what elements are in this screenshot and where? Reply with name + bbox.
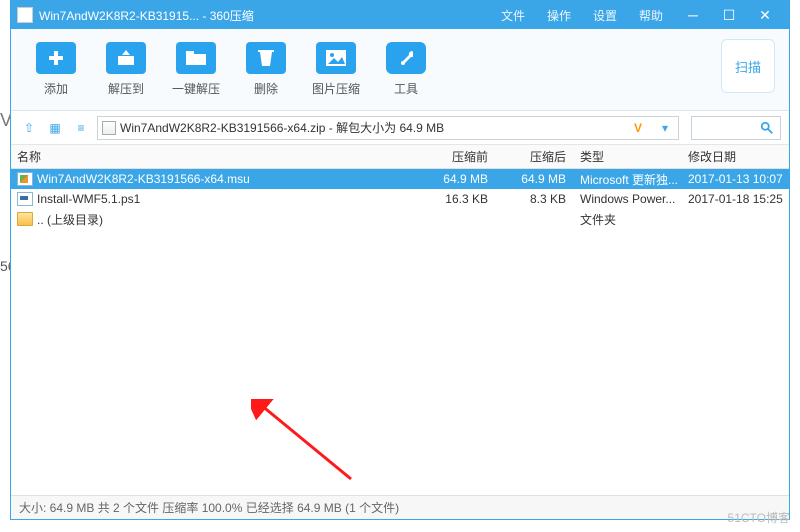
header-date[interactable]: 修改日期 [684,148,789,165]
folder-icon [184,50,208,66]
ps1-icon [17,192,33,206]
titlebar: Win7AndW2K8R2-KB31915... - 360压缩 文件 操作 设… [11,1,789,29]
chevron-down-icon[interactable]: ▾ [656,121,674,135]
extract-icon [116,50,136,66]
app-icon [17,7,33,23]
size-pre: 16.3 KB [416,192,498,206]
add-label: 添加 [44,80,68,97]
trash-icon [257,48,275,68]
annotation-arrow [251,399,371,489]
minimize-button[interactable]: ─ [675,1,711,29]
add-button[interactable]: 添加 [25,42,87,97]
image-compress-button[interactable]: 图片压缩 [305,42,367,97]
view-list-button[interactable]: ≡ [71,118,91,138]
status-bar: 大小: 64.9 MB 共 2 个文件 压缩率 100.0% 已经选择 64.9… [11,495,789,519]
maximize-button[interactable]: ☐ [711,1,747,29]
header-post[interactable]: 压缩后 [498,148,576,165]
file-name: Win7AndW2K8R2-KB3191566-x64.msu [37,172,416,186]
delete-button[interactable]: 删除 [235,42,297,97]
wrench-icon [399,51,413,65]
file-date: 2017-01-18 15:25 [684,192,789,206]
file-name: .. (上级目录) [37,211,416,228]
table-row[interactable]: Install-WMF5.1.ps116.3 KB8.3 KBWindows P… [11,189,789,209]
archive-icon [102,121,116,135]
table-row[interactable]: Win7AndW2K8R2-KB3191566-x64.msu64.9 MB64… [11,169,789,189]
extract-button[interactable]: 解压到 [95,42,157,97]
window-controls: ─ ☐ ✕ [675,1,783,29]
delete-label: 删除 [254,80,278,97]
tools-button[interactable]: 工具 [375,42,437,97]
file-type: 文件夹 [576,211,684,228]
window-title: Win7AndW2K8R2-KB31915... - 360压缩 [39,7,254,24]
size-post: 8.3 KB [498,192,576,206]
msu-icon [17,172,33,186]
image-icon [325,49,347,67]
folder-icon [17,212,33,226]
oneclick-label: 一键解压 [172,80,220,97]
size-pre: 64.9 MB [416,172,498,186]
size-post: 64.9 MB [498,172,576,186]
table-row[interactable]: .. (上级目录) 文件夹 [11,209,789,229]
close-button[interactable]: ✕ [747,1,783,29]
file-date: 2017-01-13 10:07 [684,172,789,186]
toolbar: 添加 解压到 一键解压 删除 图片压缩 工具 扫描 [11,29,789,111]
status-text: 大小: 64.9 MB 共 2 个文件 压缩率 100.0% 已经选择 64.9… [19,499,399,516]
imgcomp-label: 图片压缩 [312,80,360,97]
search-icon [760,121,774,135]
navbar: ⇧ ▦ ≡ Win7AndW2K8R2-KB3191566-x64.zip - … [11,111,789,145]
search-input[interactable] [691,116,781,140]
view-tree-button[interactable]: ▦ [45,118,65,138]
path-text: Win7AndW2K8R2-KB3191566-x64.zip - 解包大小为 … [120,119,620,136]
path-box[interactable]: Win7AndW2K8R2-KB3191566-x64.zip - 解包大小为 … [97,116,679,140]
scan-button[interactable]: 扫描 [721,39,775,93]
up-button[interactable]: ⇧ [19,118,39,138]
header-name[interactable]: 名称 [11,148,416,165]
file-list[interactable]: Win7AndW2K8R2-KB3191566-x64.msu64.9 MB64… [11,169,789,495]
menubar: 文件 操作 设置 帮助 [501,7,663,24]
extract-label: 解压到 [108,80,144,97]
menu-file[interactable]: 文件 [501,7,525,24]
main-window: Win7AndW2K8R2-KB31915... - 360压缩 文件 操作 设… [10,0,790,520]
watermark: 51CTO博客 [728,509,790,526]
v-indicator: V [620,121,656,135]
tools-label: 工具 [394,80,418,97]
header-pre[interactable]: 压缩前 [416,148,498,165]
column-headers: 名称 压缩前 压缩后 类型 修改日期 [11,145,789,169]
file-type: Windows Power... [576,192,684,206]
oneclick-button[interactable]: 一键解压 [165,42,227,97]
file-type: Microsoft 更新独... [576,171,684,188]
plus-icon [46,48,66,68]
header-type[interactable]: 类型 [576,148,684,165]
scan-label: 扫描 [735,57,761,76]
menu-help[interactable]: 帮助 [639,7,663,24]
menu-operate[interactable]: 操作 [547,7,571,24]
file-name: Install-WMF5.1.ps1 [37,192,416,206]
menu-settings[interactable]: 设置 [593,7,617,24]
